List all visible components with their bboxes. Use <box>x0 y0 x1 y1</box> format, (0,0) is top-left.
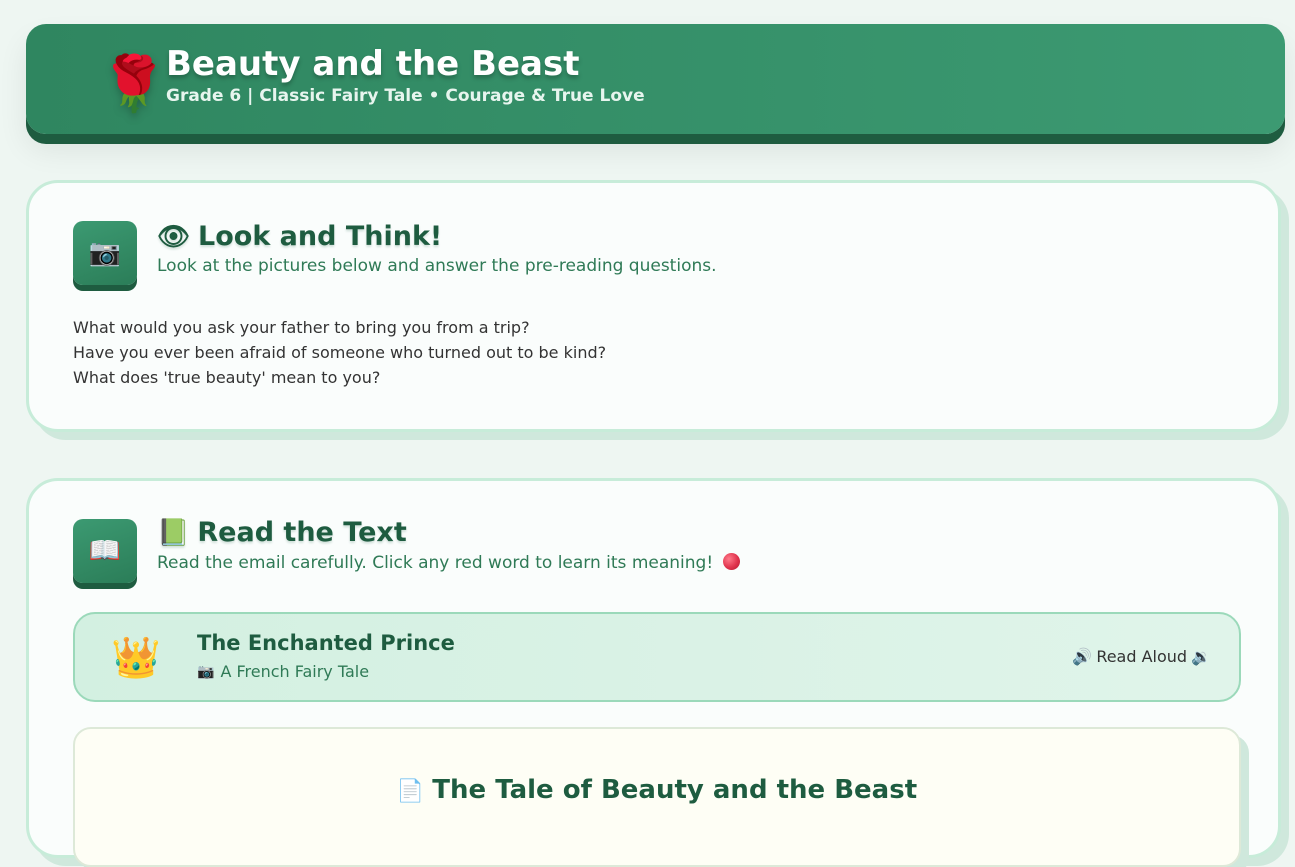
open-book-icon: 📖 <box>73 519 137 583</box>
story-paper: 📄 The Tale of Beauty and the Beast <box>73 727 1241 867</box>
speaker-volume-icon: 🔉 <box>1191 647 1211 666</box>
document-icon: 📄 <box>396 779 425 804</box>
book-icon: 📗 <box>157 517 190 548</box>
paper-title-text: The Tale of Beauty and the Beast <box>432 775 918 805</box>
story-title: The Enchanted Prince <box>197 631 455 655</box>
red-dot-icon <box>722 553 740 570</box>
question-item: Have you ever been afraid of someone who… <box>73 343 607 362</box>
read-the-text-card: 📖 📗 Read the Text Read the email careful… <box>26 478 1281 867</box>
read-aloud-button[interactable]: 🔊 Read Aloud 🔉 <box>1072 647 1211 666</box>
read-section-title: 📗 Read the Text <box>157 517 407 548</box>
pre-reading-questions: What would you ask your father to bring … <box>73 315 606 390</box>
question-item: What does 'true beauty' mean to you? <box>73 368 381 387</box>
look-section-title: 👁 Look and Think! <box>157 221 442 252</box>
crown-icon: 👑 <box>111 635 161 681</box>
read-aloud-label: Read Aloud <box>1096 647 1188 666</box>
rose-icon: 🌹 <box>100 52 168 115</box>
paper-title: 📄 The Tale of Beauty and the Beast <box>75 775 1239 805</box>
header-banner: 🌹 Beauty and the Beast Grade 6 | Classic… <box>26 24 1285 134</box>
story-header-bar: 👑 The Enchanted Prince 📷 A French Fairy … <box>73 612 1241 702</box>
read-subtitle-text: Read the email carefully. Click any red … <box>157 553 714 573</box>
read-title-text: Read the Text <box>197 517 407 548</box>
eye-icon: 👁 <box>157 221 191 252</box>
page-title: Beauty and the Beast <box>166 44 580 84</box>
speaker-icon: 🔊 <box>1072 647 1093 666</box>
camera-icon: 📷 <box>73 221 137 285</box>
look-and-think-card: 📷 👁 Look and Think! Look at the pictures… <box>26 180 1281 432</box>
look-title-text: Look and Think! <box>198 221 443 252</box>
look-section-subtitle: Look at the pictures below and answer th… <box>157 256 717 276</box>
read-section-subtitle: Read the email carefully. Click any red … <box>157 553 740 573</box>
camera-icon: 📷 <box>197 663 215 680</box>
page-subtitle: Grade 6 | Classic Fairy Tale • Courage &… <box>166 86 645 106</box>
story-origin-text: A French Fairy Tale <box>220 662 370 681</box>
story-origin: 📷 A French Fairy Tale <box>197 662 369 681</box>
question-item: What would you ask your father to bring … <box>73 318 530 337</box>
